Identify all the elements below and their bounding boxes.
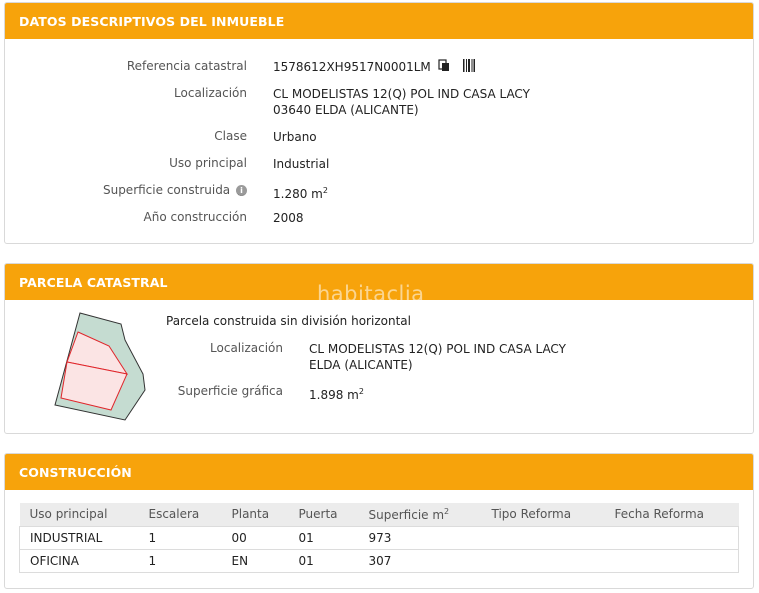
table-row: OFICINA 1 EN 01 307 xyxy=(19,549,739,573)
localizacion-value: CL MODELISTAS 12(Q) POL IND CASA LACY 03… xyxy=(273,86,530,118)
construccion-table: Uso principal Escalera Planta Puerta Sup… xyxy=(19,503,739,573)
cell-tipo-reforma xyxy=(481,526,605,550)
construccion-panel: CONSTRUCCIÓN Uso principal Escalera Plan… xyxy=(4,453,754,589)
info-icon[interactable]: i xyxy=(236,185,247,196)
superficie-label: Superficie construida xyxy=(102,183,231,197)
anio-label: Año construcción xyxy=(143,210,248,224)
barcode-icon[interactable] xyxy=(463,59,476,76)
table-header-row: Uso principal Escalera Planta Puerta Sup… xyxy=(19,503,739,527)
parcela-superficie-label: Superficie gráfica xyxy=(177,384,283,398)
superficie-value: 1.280 m2 xyxy=(273,183,328,202)
referencia-text: 1578612XH9517N0001LM xyxy=(273,60,431,74)
col-planta: Planta xyxy=(221,503,289,527)
cell-uso: INDUSTRIAL xyxy=(19,526,139,550)
referencia-label: Referencia catastral xyxy=(126,59,247,73)
cell-planta: 00 xyxy=(221,526,289,550)
cell-planta: EN xyxy=(221,549,289,573)
copy-icon[interactable] xyxy=(438,59,450,76)
cell-uso: OFICINA xyxy=(19,549,139,573)
descriptive-data-title: DATOS DESCRIPTIVOS DEL INMUEBLE xyxy=(19,13,285,29)
descriptive-data-panel: DATOS DESCRIPTIVOS DEL INMUEBLE Referenc… xyxy=(4,2,754,244)
uso-value: Industrial xyxy=(273,157,330,171)
col-superficie-exponent: 2 xyxy=(444,506,450,516)
col-fecha-reforma: Fecha Reforma xyxy=(604,503,739,527)
clase-value: Urbano xyxy=(273,130,317,144)
cell-escalera: 1 xyxy=(138,549,222,573)
col-puerta: Puerta xyxy=(288,503,359,527)
localizacion-label: Localización xyxy=(174,86,247,100)
localizacion-line2: 03640 ELDA (ALICANTE) xyxy=(273,103,419,117)
descriptive-data-header: DATOS DESCRIPTIVOS DEL INMUEBLE xyxy=(5,3,753,39)
parcela-localizacion-line1: CL MODELISTAS 12(Q) POL IND CASA LACY xyxy=(309,342,566,356)
referencia-value: 1578612XH9517N0001LM xyxy=(273,59,476,76)
construccion-header: CONSTRUCCIÓN xyxy=(5,454,753,490)
cell-puerta: 01 xyxy=(288,526,359,550)
parcela-localizacion-label: Localización xyxy=(210,341,283,355)
localizacion-line1: CL MODELISTAS 12(Q) POL IND CASA LACY xyxy=(273,87,530,101)
parcela-panel: PARCELA CATASTRAL habitaclia Parcela con… xyxy=(4,263,754,434)
clase-label: Clase xyxy=(214,129,247,143)
cell-puerta: 01 xyxy=(288,549,359,573)
col-tipo-reforma: Tipo Reforma xyxy=(481,503,605,527)
parcela-superficie-exponent: 2 xyxy=(358,387,364,396)
construccion-title: CONSTRUCCIÓN xyxy=(19,464,132,480)
parcela-superficie-number: 1.898 m xyxy=(309,388,359,402)
anio-value: 2008 xyxy=(273,211,304,225)
parcela-title: PARCELA CATASTRAL xyxy=(19,274,168,290)
cell-superficie: 973 xyxy=(358,526,482,550)
parcela-superficie-value: 1.898 m2 xyxy=(309,384,364,403)
col-escalera: Escalera xyxy=(138,503,222,527)
parcela-localizacion-value: CL MODELISTAS 12(Q) POL IND CASA LACY EL… xyxy=(309,341,566,373)
cell-escalera: 1 xyxy=(138,526,222,550)
col-uso-principal: Uso principal xyxy=(19,503,139,527)
col-superficie: Superficie m2 xyxy=(358,503,482,527)
cell-fecha-reforma xyxy=(604,549,739,573)
cell-superficie: 307 xyxy=(358,549,482,573)
superficie-number: 1.280 m xyxy=(273,187,323,201)
table-row: INDUSTRIAL 1 00 01 973 xyxy=(19,526,739,550)
parcela-localizacion-line2: ELDA (ALICANTE) xyxy=(309,358,413,372)
cell-tipo-reforma xyxy=(481,549,605,573)
parcela-description: Parcela construida sin división horizont… xyxy=(166,314,411,328)
superficie-exponent: 2 xyxy=(322,186,328,195)
parcela-header: PARCELA CATASTRAL xyxy=(5,264,753,300)
col-superficie-label: Superficie m xyxy=(368,507,445,522)
superficie-label-wrap: Superficie construida i xyxy=(5,183,247,197)
cell-fecha-reforma xyxy=(604,526,739,550)
uso-label: Uso principal xyxy=(169,156,247,170)
parcel-map[interactable] xyxy=(51,310,151,425)
